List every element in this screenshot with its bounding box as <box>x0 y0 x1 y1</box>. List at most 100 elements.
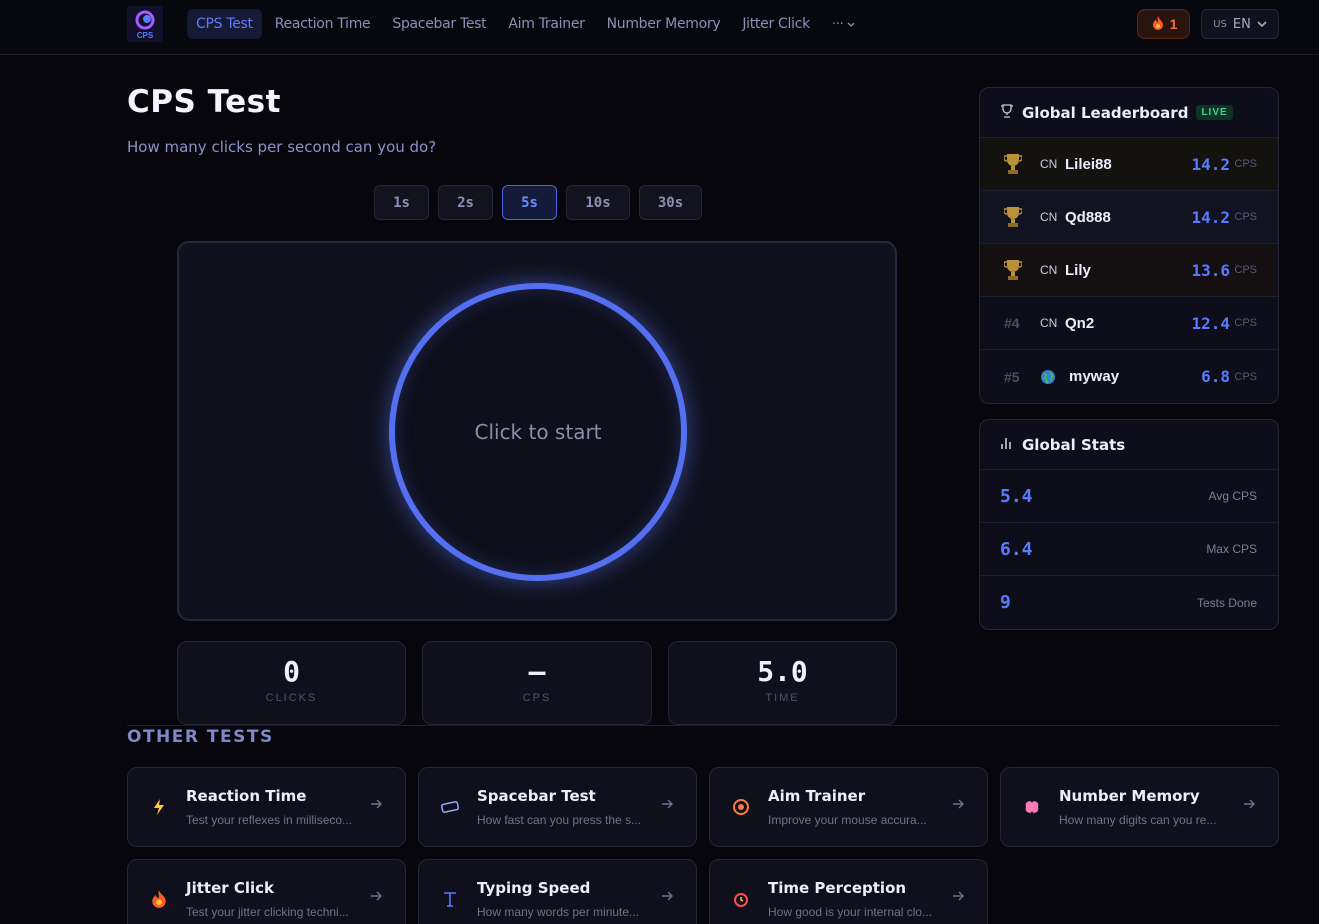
leaderboard-name: Lily <box>1065 261 1091 279</box>
nav-link-reaction-time[interactable]: Reaction Time <box>266 9 380 39</box>
nav-link-cps-test[interactable]: CPS Test <box>187 9 262 39</box>
test-card-desc: How many digits can you re... <box>1059 813 1217 827</box>
top-nav: CPS CPS Test Reaction Time Spacebar Test Ai… <box>0 0 1319 55</box>
other-tests-heading: OTHER TESTS <box>127 727 274 747</box>
duration-option-30s[interactable]: 30s <box>639 185 702 220</box>
leaderboard-row: CN Qd888 14.2 CPS <box>980 191 1278 244</box>
nav-link-number-memory[interactable]: Number Memory <box>598 9 730 39</box>
nav-link-aim-trainer[interactable]: Aim Trainer <box>499 9 593 39</box>
arrow-right-icon <box>661 888 673 906</box>
test-card-title: Spacebar Test <box>477 787 596 805</box>
country-code: CN <box>1040 316 1058 330</box>
global-stat-value: 6.4 <box>1000 538 1033 560</box>
country-code: CN <box>1040 210 1058 224</box>
time-label: TIME <box>765 692 800 704</box>
clicks-label: CLICKS <box>265 692 318 704</box>
global-stat-label: Max CPS <box>1206 542 1257 556</box>
lang-country: US <box>1213 18 1227 30</box>
test-card-desc: How many words per minute... <box>477 905 640 919</box>
duration-option-2s[interactable]: 2s <box>438 185 493 220</box>
trophy-icon <box>1004 191 1022 243</box>
country-code: CN <box>1040 263 1058 277</box>
leaderboard-unit: CPS <box>1234 158 1257 170</box>
streak-badge[interactable]: 1 <box>1137 9 1190 39</box>
leaderboard-panel: Global Leaderboard LIVE CN Lilei88 14.2 CPS… <box>979 87 1279 404</box>
leaderboard-name: Qd888 <box>1065 208 1111 226</box>
test-card-title: Number Memory <box>1059 787 1200 805</box>
global-stat-label: Tests Done <box>1196 595 1257 610</box>
test-card-desc: How fast can you press the s... <box>477 813 642 827</box>
page-subtitle: How many clicks per second can you do? <box>127 138 437 156</box>
global-stat-row: 9 Tests Done <box>980 576 1278 629</box>
leaderboard-header: Global Leaderboard LIVE <box>980 88 1278 138</box>
language-selector[interactable]: US EN <box>1201 9 1279 39</box>
arrow-right-icon <box>1243 796 1255 814</box>
test-card-spacebar-test[interactable]: Spacebar Test How fast can you press the … <box>418 767 697 847</box>
test-card-title: Jitter Click <box>186 879 275 897</box>
duration-selector: 1s 2s 5s 10s 30s <box>374 185 702 220</box>
text-icon <box>439 888 461 910</box>
arrow-right-icon <box>952 796 964 814</box>
leaderboard-value: 13.6 <box>1191 260 1230 280</box>
section-divider <box>127 725 1279 726</box>
leaderboard-title: Global Leaderboard <box>1022 103 1189 122</box>
cps-stat: – CPS <box>422 641 652 725</box>
nav-link-jitter-click[interactable]: Jitter Click <box>733 9 819 39</box>
lang-code: EN <box>1232 16 1251 32</box>
duration-option-1s[interactable]: 1s <box>374 185 429 220</box>
leaderboard-unit: CPS <box>1234 317 1257 329</box>
test-card-typing-speed[interactable]: Typing Speed How many words per minute... <box>418 859 697 924</box>
global-stats-panel: Global Stats 5.4 Avg CPS 6.4 Max CPS 9 Tests … <box>979 419 1279 630</box>
brain-icon <box>1021 796 1043 818</box>
cps-value: – <box>528 655 546 688</box>
duration-option-5s[interactable]: 5s <box>502 185 557 220</box>
leaderboard-value: 6.8 <box>1201 367 1230 386</box>
test-card-aim-trainer[interactable]: Aim Trainer Improve your mouse accura... <box>709 767 988 847</box>
test-card-title: Reaction Time <box>186 787 307 805</box>
global-stat-row: 6.4 Max CPS <box>980 523 1278 576</box>
global-stat-value: 9 <box>1000 592 1011 613</box>
test-card-reaction-time[interactable]: Reaction Time Test your reflexes in milli… <box>127 767 406 847</box>
global-stat-row: 5.4 Avg CPS <box>980 470 1278 523</box>
svg-text:CPS: CPS <box>137 31 154 40</box>
arrow-right-icon <box>661 796 673 814</box>
leaderboard-rank: #4 <box>1004 315 1020 331</box>
site-logo[interactable]: CPS <box>127 6 163 42</box>
leaderboard-unit: CPS <box>1234 264 1257 276</box>
globe-icon <box>1040 350 1056 403</box>
leaderboard-rank: #5 <box>1004 368 1020 385</box>
leaderboard-row: CN Lily 13.6 CPS <box>980 244 1278 297</box>
leaderboard-value: 14.2 <box>1191 207 1230 227</box>
nav-link-spacebar-test[interactable]: Spacebar Test <box>383 9 495 39</box>
leaderboard-row: CN Lilei88 14.2 CPS <box>980 138 1278 191</box>
leaderboard-value: 14.2 <box>1191 154 1230 174</box>
arrow-right-icon <box>370 796 382 814</box>
click-button[interactable]: Click to start <box>389 283 687 581</box>
leaderboard-row: #4 CN Qn2 12.4 CPS <box>980 297 1278 350</box>
test-card-time-perception[interactable]: Time Perception How good is your internal… <box>709 859 988 924</box>
duration-option-10s[interactable]: 10s <box>566 185 630 220</box>
trophy-icon <box>1004 138 1022 190</box>
test-card-number-memory[interactable]: Number Memory How many digits can you re.… <box>1000 767 1279 847</box>
leaderboard-list: CN Lilei88 14.2 CPS CN Qd888 14.2 CPS CN Lily 13.6… <box>980 138 1278 403</box>
nav-more-button[interactable]: ··· <box>823 9 864 39</box>
time-stat: 5.0 TIME <box>668 641 897 725</box>
trophy-icon <box>1000 103 1014 122</box>
global-stats-title: Global Stats <box>1022 435 1126 454</box>
arrow-right-icon <box>952 888 964 906</box>
leaderboard-unit: CPS <box>1234 211 1257 223</box>
global-stats-header: Global Stats <box>980 420 1278 470</box>
test-card-desc: Test your jitter clicking techni... <box>186 905 349 919</box>
nav-links: CPS Test Reaction Time Spacebar Test Aim Tr… <box>187 9 868 39</box>
leaderboard-name: Lilei88 <box>1065 155 1112 173</box>
country-code: CN <box>1040 157 1058 171</box>
bar-chart-icon <box>1000 436 1014 454</box>
global-stat-value: 5.4 <box>1000 485 1033 507</box>
click-area[interactable]: Click to start <box>177 241 897 621</box>
test-card-jitter-click[interactable]: Jitter Click Test your jitter clicking te… <box>127 859 406 924</box>
cps-label: CPS <box>522 692 552 704</box>
keyboard-icon <box>439 796 461 818</box>
lightning-icon <box>148 796 170 818</box>
leaderboard-row: #5 myway 6.8 CPS <box>980 350 1278 403</box>
streak-count: 1 <box>1169 16 1178 32</box>
